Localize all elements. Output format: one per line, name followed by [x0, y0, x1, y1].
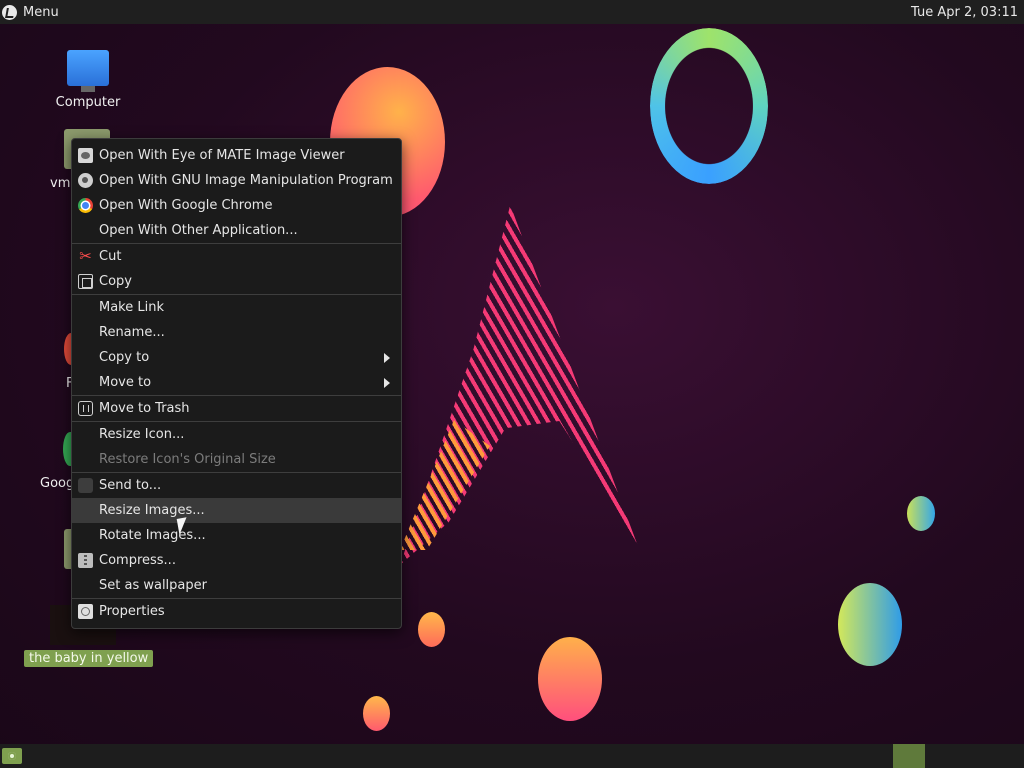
- wallpaper-bubble-orange-3: [363, 696, 390, 731]
- context-menu: Open With Eye of MATE Image Viewer Open …: [71, 138, 402, 629]
- menu-item-label: Set as wallpaper: [99, 578, 207, 593]
- menu-item-label: Compress...: [99, 553, 176, 568]
- desktop-icon-google-chrome[interactable]: Goog: [40, 476, 74, 491]
- trash-icon: [78, 401, 93, 416]
- menu-item-label: Open With Other Application...: [99, 223, 298, 238]
- send-icon: [78, 478, 93, 493]
- menu-item-label: Restore Icon's Original Size: [99, 452, 276, 467]
- chrome-icon: [78, 198, 93, 213]
- menu-item-resize-icon[interactable]: Resize Icon...: [72, 422, 401, 447]
- submenu-arrow-icon: [384, 353, 390, 363]
- menu-item-label: Rotate Images...: [99, 528, 206, 543]
- menu-item-label: Open With Google Chrome: [99, 198, 273, 213]
- wallpaper-bubble-large-blue: [838, 583, 902, 666]
- menu-item-label: Make Link: [99, 300, 164, 315]
- menu-item-restore-icon-size: Restore Icon's Original Size: [72, 447, 401, 472]
- menu-item-label: Move to: [99, 375, 152, 390]
- properties-icon: [78, 604, 93, 619]
- main-menu-label: Menu: [23, 4, 59, 20]
- desktop-icon-computer[interactable]: Computer: [52, 50, 124, 110]
- wallpaper-bubble-small-blue: [907, 496, 935, 531]
- menu-item-cut[interactable]: ✂ Cut: [72, 244, 401, 269]
- copy-icon: [78, 274, 93, 289]
- wallpaper-bubble-orange-2: [538, 637, 602, 721]
- menu-item-label: Resize Images...: [99, 503, 205, 518]
- menu-item-rotate-images[interactable]: Rotate Images...: [72, 523, 401, 548]
- menu-item-open-with-eom[interactable]: Open With Eye of MATE Image Viewer: [72, 143, 401, 168]
- computer-icon: [67, 50, 109, 92]
- desktop-icon-vm[interactable]: vm: [50, 176, 70, 191]
- menu-item-move-to-trash[interactable]: Move to Trash: [72, 396, 401, 421]
- clock[interactable]: Tue Apr 2, 03:11: [911, 5, 1024, 20]
- menu-item-properties[interactable]: Properties: [72, 599, 401, 624]
- desktop-icon-label: vm: [50, 176, 71, 191]
- archive-icon: [78, 553, 93, 568]
- desktop-icon-label: Goog: [40, 476, 75, 491]
- show-desktop-button[interactable]: [2, 748, 22, 764]
- menu-item-label: Properties: [99, 604, 165, 619]
- top-panel: Menu Tue Apr 2, 03:11: [0, 0, 1024, 24]
- menu-item-label: Cut: [99, 249, 122, 264]
- menu-item-label: Send to...: [99, 478, 162, 493]
- menu-item-label: Resize Icon...: [99, 427, 185, 442]
- menu-item-set-wallpaper[interactable]: Set as wallpaper: [72, 573, 401, 598]
- menu-item-open-with-other[interactable]: Open With Other Application...: [72, 218, 401, 243]
- menu-item-move-to[interactable]: Move to: [72, 370, 401, 395]
- menu-item-copy[interactable]: Copy: [72, 269, 401, 294]
- gimp-icon: [78, 173, 93, 188]
- menu-item-rename[interactable]: Rename...: [72, 320, 401, 345]
- submenu-arrow-icon: [384, 378, 390, 388]
- scissors-icon: ✂: [79, 247, 92, 265]
- menu-item-copy-to[interactable]: Copy to: [72, 345, 401, 370]
- workspace-switcher-active[interactable]: [893, 744, 925, 768]
- menu-item-label: Open With Eye of MATE Image Viewer: [99, 148, 345, 163]
- menu-item-compress[interactable]: Compress...: [72, 548, 401, 573]
- main-menu-button[interactable]: Menu: [0, 0, 59, 24]
- wallpaper-ring: [650, 28, 768, 184]
- desktop-icon-label: Computer: [55, 95, 121, 110]
- menu-item-make-link[interactable]: Make Link: [72, 295, 401, 320]
- eye-of-mate-icon: [78, 148, 93, 163]
- menu-item-send-to[interactable]: Send to...: [72, 473, 401, 498]
- wallpaper-bubble-orange-1: [418, 612, 445, 647]
- mate-logo-icon: [2, 4, 17, 20]
- selected-file-label[interactable]: the baby in yellow: [24, 650, 154, 667]
- menu-item-open-with-chrome[interactable]: Open With Google Chrome: [72, 193, 401, 218]
- menu-item-label: Rename...: [99, 325, 165, 340]
- menu-item-open-with-gimp[interactable]: Open With GNU Image Manipulation Program: [72, 168, 401, 193]
- menu-item-label: Open With GNU Image Manipulation Program: [99, 173, 393, 188]
- menu-item-label: Copy: [99, 274, 132, 289]
- menu-item-label: Copy to: [99, 350, 150, 365]
- menu-item-resize-images[interactable]: Resize Images...: [72, 498, 401, 523]
- menu-item-label: Move to Trash: [99, 401, 190, 416]
- bottom-panel: [0, 744, 1024, 768]
